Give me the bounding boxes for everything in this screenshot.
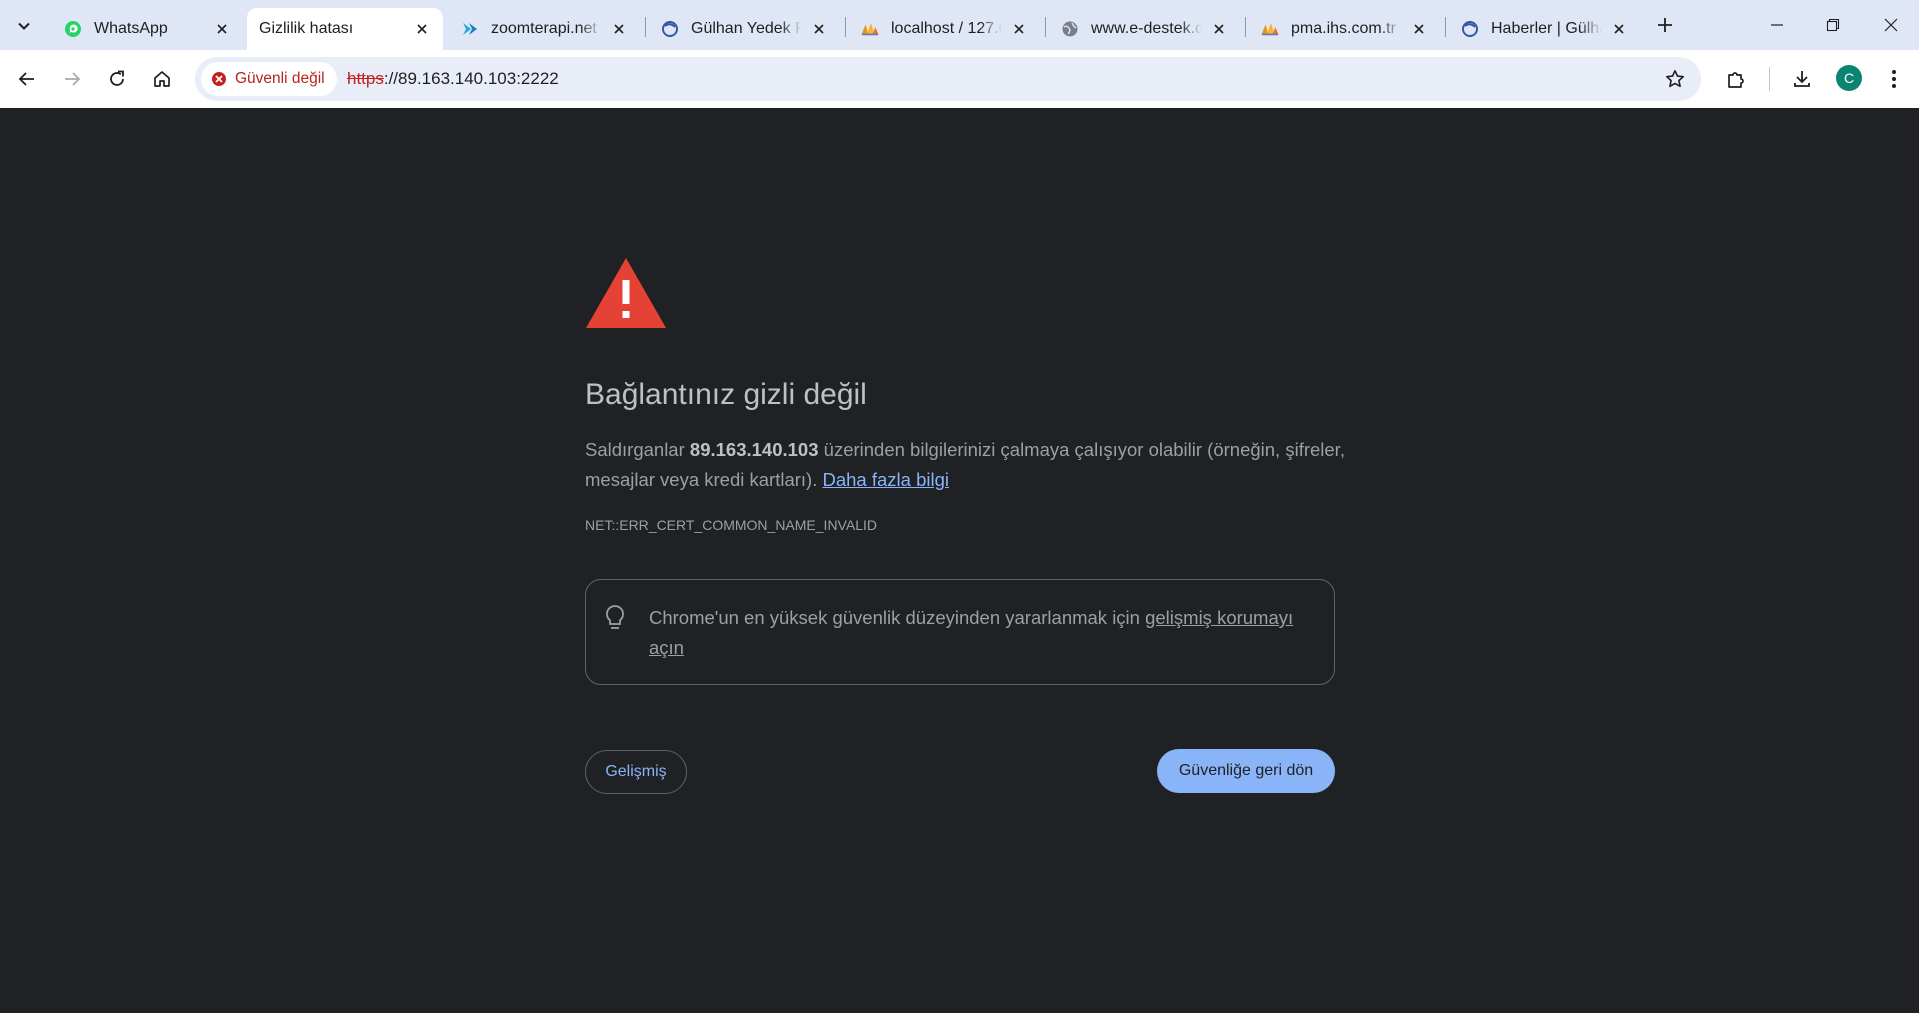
interstitial-page: Bağlantınız gizli değil Saldırganlar 89.… bbox=[0, 108, 1919, 1013]
downloads-button[interactable] bbox=[1785, 62, 1819, 96]
tab-haberler[interactable]: Haberler | Gülhan bbox=[1447, 8, 1640, 50]
back-to-safety-button[interactable]: Güvenliğe geri dön bbox=[1157, 749, 1335, 793]
home-button[interactable] bbox=[145, 62, 179, 96]
tab-zoomterapi[interactable]: zoomterapi.net bbox=[447, 8, 640, 50]
tab-title: Gizlilik hatası bbox=[259, 20, 354, 37]
advanced-button[interactable]: Gelişmiş bbox=[585, 750, 687, 794]
puzzle-icon bbox=[1728, 72, 1744, 88]
minimize-button[interactable] bbox=[1754, 5, 1800, 45]
page-heading: Bağlantınız gizli değil bbox=[585, 378, 867, 411]
tab-whatsapp[interactable]: WhatsApp bbox=[50, 8, 243, 50]
address-bar[interactable]: Güvenli değil https://89.163.140.103:222… bbox=[195, 57, 1701, 101]
enhanced-protection-tip: Chrome'un en yüksek güvenlik düzeyinden … bbox=[585, 579, 1335, 685]
tab-title: WhatsApp bbox=[94, 20, 168, 37]
tab-separator bbox=[1045, 17, 1046, 37]
tab-title: www.e-destek.com bbox=[1091, 20, 1202, 37]
tab-separator bbox=[645, 17, 646, 37]
tab-title: pma.ihs.com.tr / bbox=[1291, 20, 1402, 37]
tab-gulhan-yedek[interactable]: Gülhan Yedek Parça bbox=[647, 8, 840, 50]
close-icon[interactable] bbox=[1008, 18, 1030, 40]
tip-text-prefix: Chrome'un en yüksek güvenlik düzeyinden … bbox=[649, 607, 1146, 628]
phpmyadmin-icon bbox=[1261, 20, 1279, 38]
learn-more-link[interactable]: Daha fazla bilgi bbox=[822, 469, 949, 490]
lightbulb-icon bbox=[606, 605, 624, 629]
close-icon[interactable] bbox=[411, 18, 433, 40]
tab-pma-ihs[interactable]: pma.ihs.com.tr / bbox=[1247, 8, 1440, 50]
arrow-right-icon bbox=[65, 72, 81, 86]
close-icon[interactable] bbox=[608, 18, 630, 40]
tab-strip: WhatsApp Gizlilik hatası zoomterapi.net … bbox=[0, 0, 1919, 50]
url-text[interactable]: https://89.163.140.103:2222 bbox=[347, 69, 559, 89]
url-host: ://89.163.140.103:2222 bbox=[383, 69, 559, 88]
bookmark-button[interactable] bbox=[1663, 67, 1687, 91]
error-code: NET::ERR_CERT_COMMON_NAME_INVALID bbox=[585, 517, 877, 533]
tab-separator bbox=[845, 17, 846, 37]
star-icon bbox=[1666, 70, 1684, 88]
security-chip-label: Güvenli değil bbox=[235, 70, 325, 87]
tab-title: localhost / 127.0.0.1 bbox=[891, 20, 1002, 37]
back-button[interactable] bbox=[10, 62, 44, 96]
tab-title: zoomterapi.net bbox=[491, 20, 597, 37]
phpmyadmin-icon bbox=[861, 20, 879, 38]
reload-icon bbox=[110, 70, 124, 86]
new-tab-button[interactable] bbox=[1651, 11, 1679, 39]
tab-separator bbox=[1445, 17, 1446, 37]
reload-button[interactable] bbox=[100, 62, 134, 96]
tab-title: Gülhan Yedek Parça bbox=[691, 20, 802, 37]
tab-search-button[interactable] bbox=[10, 12, 38, 40]
toolbar-separator bbox=[1769, 67, 1770, 91]
globe-swirl-icon bbox=[1461, 20, 1479, 38]
plus-icon bbox=[1658, 18, 1672, 32]
chevron-down-icon bbox=[18, 22, 30, 30]
globe-swirl-icon bbox=[661, 20, 679, 38]
url-scheme: https bbox=[347, 69, 384, 88]
close-icon[interactable] bbox=[808, 18, 830, 40]
close-icon[interactable] bbox=[1208, 18, 1230, 40]
close-window-button[interactable] bbox=[1868, 5, 1914, 45]
tip-text: Chrome'un en yüksek güvenlik düzeyinden … bbox=[649, 603, 1309, 663]
security-chip[interactable]: Güvenli değil bbox=[201, 62, 337, 96]
desc-host: 89.163.140.103 bbox=[689, 439, 819, 460]
desc-text: Saldırganlar bbox=[585, 439, 690, 460]
close-icon[interactable] bbox=[1408, 18, 1430, 40]
download-icon bbox=[1794, 71, 1810, 87]
more-vertical-icon bbox=[1892, 70, 1896, 88]
menu-button[interactable] bbox=[1877, 62, 1911, 96]
close-icon[interactable] bbox=[211, 18, 233, 40]
globe-icon bbox=[1061, 20, 1079, 38]
error-circle-icon bbox=[212, 72, 226, 86]
profile-avatar[interactable]: C bbox=[1836, 65, 1862, 91]
minimize-icon bbox=[1771, 24, 1783, 26]
forward-button[interactable] bbox=[55, 62, 89, 96]
tab-e-destek[interactable]: www.e-destek.com bbox=[1047, 8, 1240, 50]
error-description: Saldırganlar 89.163.140.103 üzerinden bi… bbox=[585, 435, 1345, 495]
tab-localhost[interactable]: localhost / 127.0.0.1 bbox=[847, 8, 1040, 50]
tab-privacy-error[interactable]: Gizlilik hatası bbox=[247, 8, 443, 50]
arrow-left-icon bbox=[18, 72, 34, 86]
extensions-button[interactable] bbox=[1719, 62, 1753, 96]
warning-triangle-icon bbox=[586, 258, 666, 328]
close-icon bbox=[1884, 18, 1898, 32]
whatsapp-icon bbox=[64, 20, 82, 38]
restore-icon bbox=[1826, 18, 1840, 32]
home-icon bbox=[154, 71, 170, 87]
tab-title: Haberler | Gülhan bbox=[1491, 20, 1602, 37]
restore-button[interactable] bbox=[1810, 5, 1856, 45]
zoom-arrow-icon bbox=[461, 20, 479, 38]
close-icon[interactable] bbox=[1608, 18, 1630, 40]
tab-separator bbox=[1245, 17, 1246, 37]
browser-toolbar: Güvenli değil https://89.163.140.103:222… bbox=[0, 50, 1919, 108]
